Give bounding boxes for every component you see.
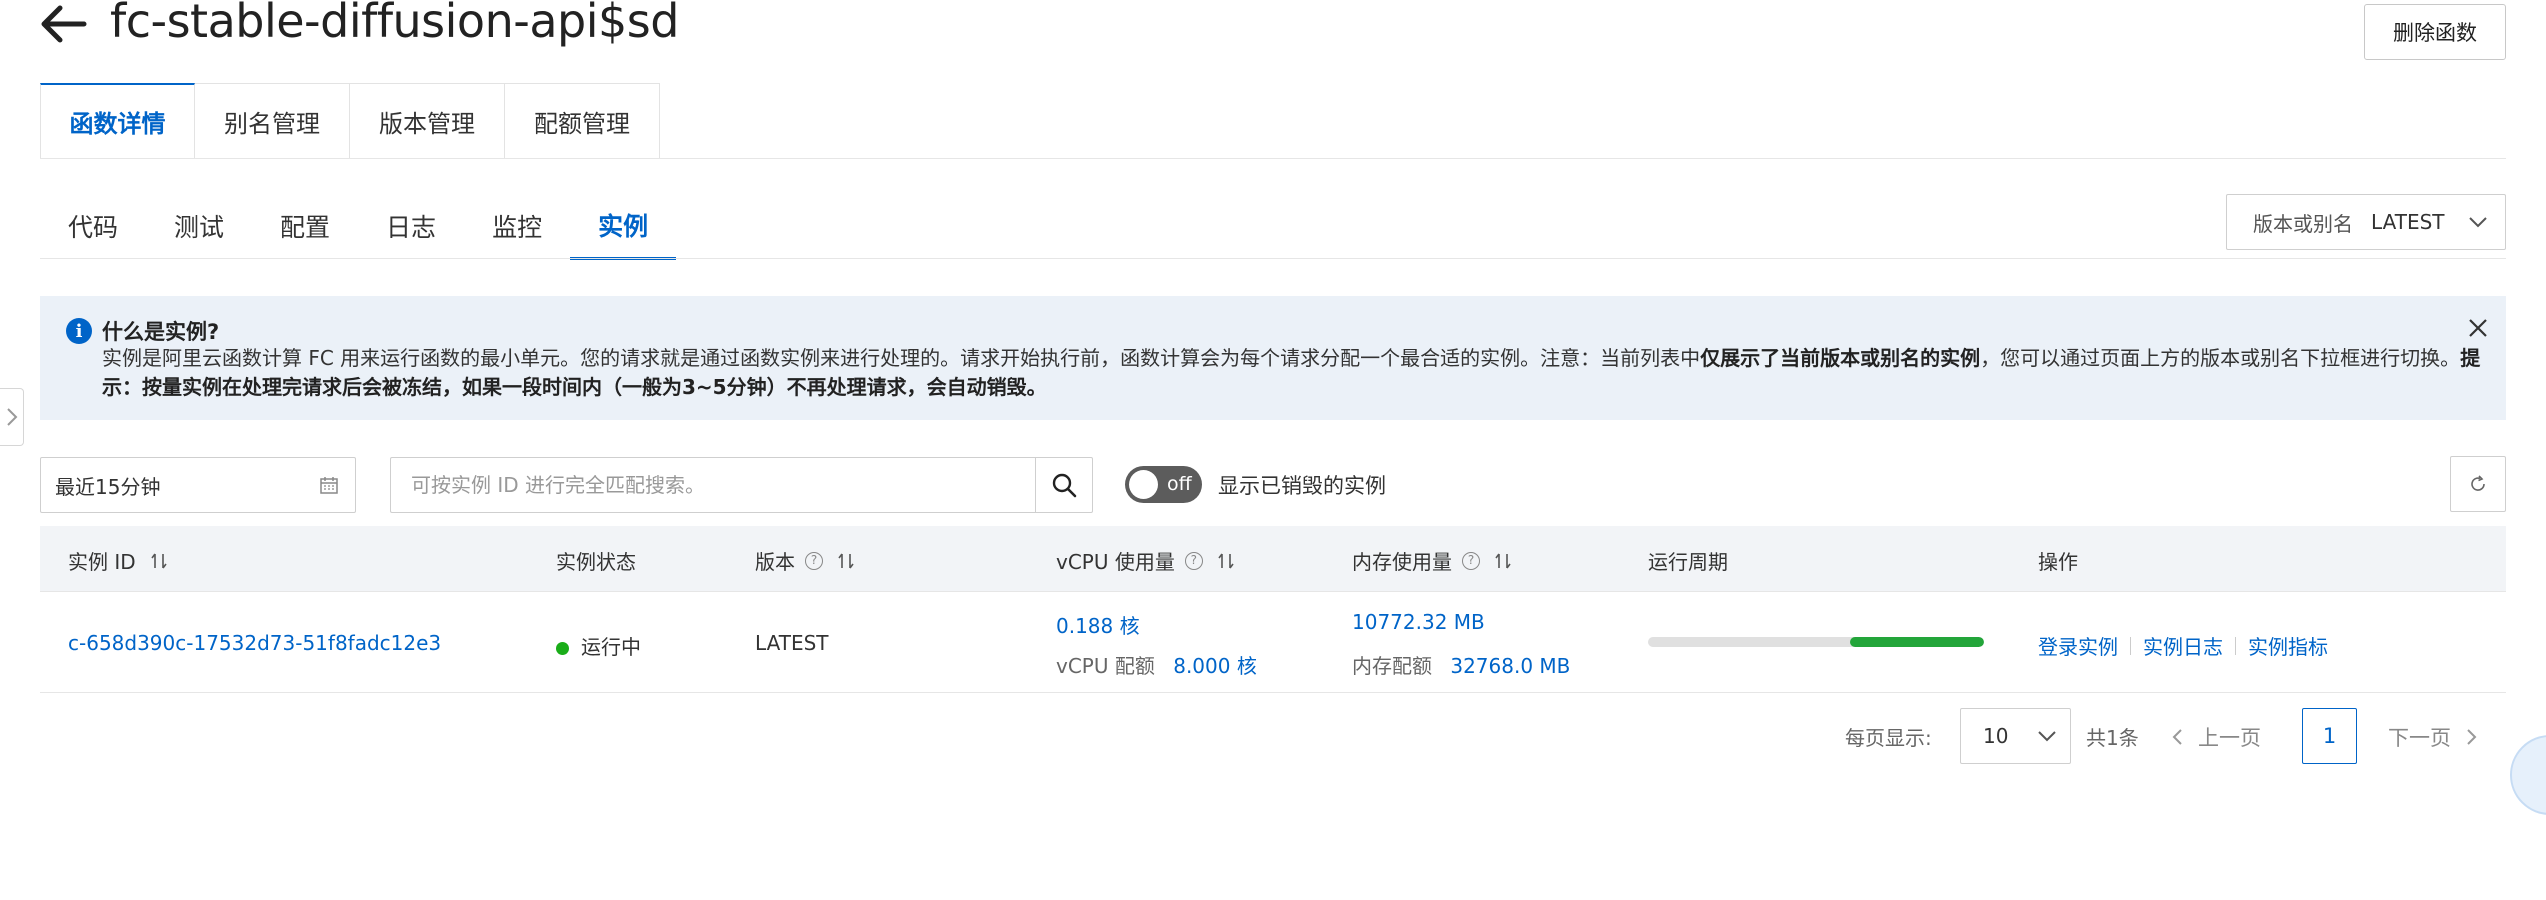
- status-cell: 运行中: [556, 631, 641, 660]
- memory-quota: 内存配额 32768.0 MB: [1352, 650, 1570, 679]
- col-vcpu[interactable]: vCPU 使用量 ?: [1056, 546, 1235, 575]
- col-lifecycle-label: 运行周期: [1648, 550, 1728, 574]
- col-instance-id[interactable]: 实例 ID: [68, 546, 168, 575]
- toggle-state: off: [1167, 473, 1192, 495]
- banner-text: 实例是阿里云函数计算 FC 用来运行函数的最小单元。您的请求就是通过函数实例来进…: [102, 346, 2481, 399]
- info-banner: i 什么是实例? 实例是阿里云函数计算 FC 用来运行函数的最小单元。您的请求就…: [40, 296, 2506, 420]
- subtab-instances[interactable]: 实例: [570, 192, 677, 260]
- sort-icon[interactable]: [150, 551, 168, 571]
- col-memory[interactable]: 内存使用量 ?: [1352, 546, 1512, 575]
- search-button[interactable]: [1035, 457, 1093, 513]
- sort-icon[interactable]: [837, 551, 855, 571]
- col-actions: 操作: [2038, 546, 2078, 575]
- vcpu-used: 0.188 核: [1056, 614, 1140, 638]
- top-tabs: 函数详情 别名管理 版本管理 配额管理: [40, 83, 660, 159]
- page-size-label: 每页显示:: [1845, 726, 1932, 750]
- next-page-button[interactable]: 下一页: [2388, 722, 2479, 752]
- subtab-config[interactable]: 配置: [252, 192, 358, 260]
- col-instance-id-label: 实例 ID: [68, 550, 136, 574]
- status-label: 运行中: [581, 635, 641, 659]
- col-status: 实例状态: [556, 546, 636, 575]
- vcpu-quota-label: vCPU 配额: [1056, 654, 1155, 678]
- separator: [2130, 636, 2131, 655]
- refresh-button[interactable]: [2450, 456, 2506, 512]
- chevron-down-icon: [2469, 217, 2487, 228]
- subtab-monitor[interactable]: 监控: [464, 192, 570, 260]
- memory-used: 10772.32 MB: [1352, 610, 1485, 634]
- instance-metrics-link[interactable]: 实例指标: [2248, 631, 2328, 660]
- table-row: c-658d390c-17532d73-51f8fadc12e3 运行中 LAT…: [40, 592, 2506, 693]
- tab-quota-management[interactable]: 配额管理: [505, 83, 660, 159]
- delete-function-button[interactable]: 删除函数: [2364, 4, 2506, 60]
- total-count: 共1条: [2086, 726, 2139, 750]
- help-icon[interactable]: ?: [1462, 551, 1480, 570]
- sidebar-expand-handle[interactable]: [0, 388, 24, 446]
- version-select-label: 版本或别名: [2253, 211, 2353, 236]
- search-icon: [1052, 473, 1077, 498]
- prev-page-button[interactable]: 上一页: [2170, 722, 2261, 752]
- prev-page-label: 上一页: [2198, 726, 2261, 750]
- help-icon[interactable]: ?: [805, 551, 823, 570]
- table-header: 实例 ID 实例状态 版本 ? vCPU 使用量 ? 内存使用量 ? 运行周期 …: [40, 526, 2506, 592]
- login-instance-link[interactable]: 登录实例: [2038, 631, 2118, 660]
- col-memory-label: 内存使用量: [1352, 550, 1452, 574]
- sort-icon[interactable]: [1494, 551, 1512, 571]
- col-actions-label: 操作: [2038, 550, 2078, 574]
- version-select-value: LATEST: [2371, 210, 2445, 234]
- chevron-down-icon: [2038, 731, 2056, 742]
- subtab-logs[interactable]: 日志: [358, 192, 464, 260]
- refresh-icon: [2471, 475, 2485, 491]
- memory-quota-label: 内存配额: [1352, 654, 1432, 678]
- row-actions: 登录实例 实例日志 实例指标: [2038, 631, 2328, 660]
- show-destroyed-toggle[interactable]: off: [1125, 466, 1202, 503]
- vcpu-quota: vCPU 配额 8.000 核: [1056, 650, 1257, 679]
- version-cell: LATEST: [755, 631, 829, 655]
- chevron-right-icon: [6, 408, 17, 426]
- col-vcpu-label: vCPU 使用量: [1056, 550, 1175, 574]
- toggle-label: 显示已销毁的实例: [1218, 474, 1386, 498]
- subtab-code[interactable]: 代码: [40, 192, 146, 260]
- tab-alias-management[interactable]: 别名管理: [195, 83, 350, 159]
- version-alias-select[interactable]: 版本或别名 LATEST: [2226, 194, 2506, 250]
- page-number-current[interactable]: 1: [2302, 708, 2357, 764]
- help-icon[interactable]: ?: [1184, 551, 1203, 570]
- instance-logs-link[interactable]: 实例日志: [2143, 631, 2223, 660]
- banner-title: 什么是实例?: [102, 320, 220, 344]
- calendar-icon: [320, 477, 338, 494]
- tab-version-management[interactable]: 版本管理: [350, 83, 505, 159]
- col-lifecycle: 运行周期: [1648, 546, 1728, 575]
- col-version[interactable]: 版本 ?: [755, 546, 855, 575]
- divider: [40, 158, 2506, 159]
- lifecycle-bar: [1648, 637, 1984, 647]
- chevron-left-icon: [2172, 729, 2182, 745]
- toggle-knob: [1129, 470, 1158, 499]
- separator: [2235, 636, 2236, 655]
- sort-icon[interactable]: [1217, 551, 1235, 571]
- instance-id-link[interactable]: c-658d390c-17532d73-51f8fadc12e3: [68, 631, 441, 655]
- close-icon[interactable]: [2466, 316, 2490, 340]
- instance-search: [390, 457, 1035, 513]
- subtab-test[interactable]: 测试: [146, 192, 252, 260]
- tab-function-details[interactable]: 函数详情: [40, 83, 195, 159]
- sub-tabs: 代码 测试 配置 日志 监控 实例: [40, 192, 677, 260]
- next-page-label: 下一页: [2388, 726, 2451, 750]
- col-version-label: 版本: [755, 550, 795, 574]
- time-range-value: 最近15分钟: [55, 474, 161, 499]
- status-dot: [556, 642, 569, 655]
- memory-quota-value: 32768.0 MB: [1450, 654, 1571, 678]
- info-icon: i: [66, 318, 92, 344]
- col-status-label: 实例状态: [556, 550, 636, 574]
- divider: [40, 258, 2506, 259]
- search-input[interactable]: [411, 473, 1035, 497]
- page-size-select[interactable]: 10: [1960, 708, 2071, 764]
- chevron-right-icon: [2467, 729, 2477, 745]
- time-range-picker[interactable]: 最近15分钟: [40, 457, 356, 513]
- page-title: fc-stable-diffusion-api$sd: [110, 0, 679, 48]
- vcpu-quota-value: 8.000 核: [1173, 654, 1257, 678]
- lifecycle-bar-fill: [1849, 637, 1984, 647]
- back-arrow-icon[interactable]: [38, 2, 88, 46]
- support-assistant-icon[interactable]: [2510, 735, 2546, 815]
- page-size-value: 10: [1983, 724, 2009, 748]
